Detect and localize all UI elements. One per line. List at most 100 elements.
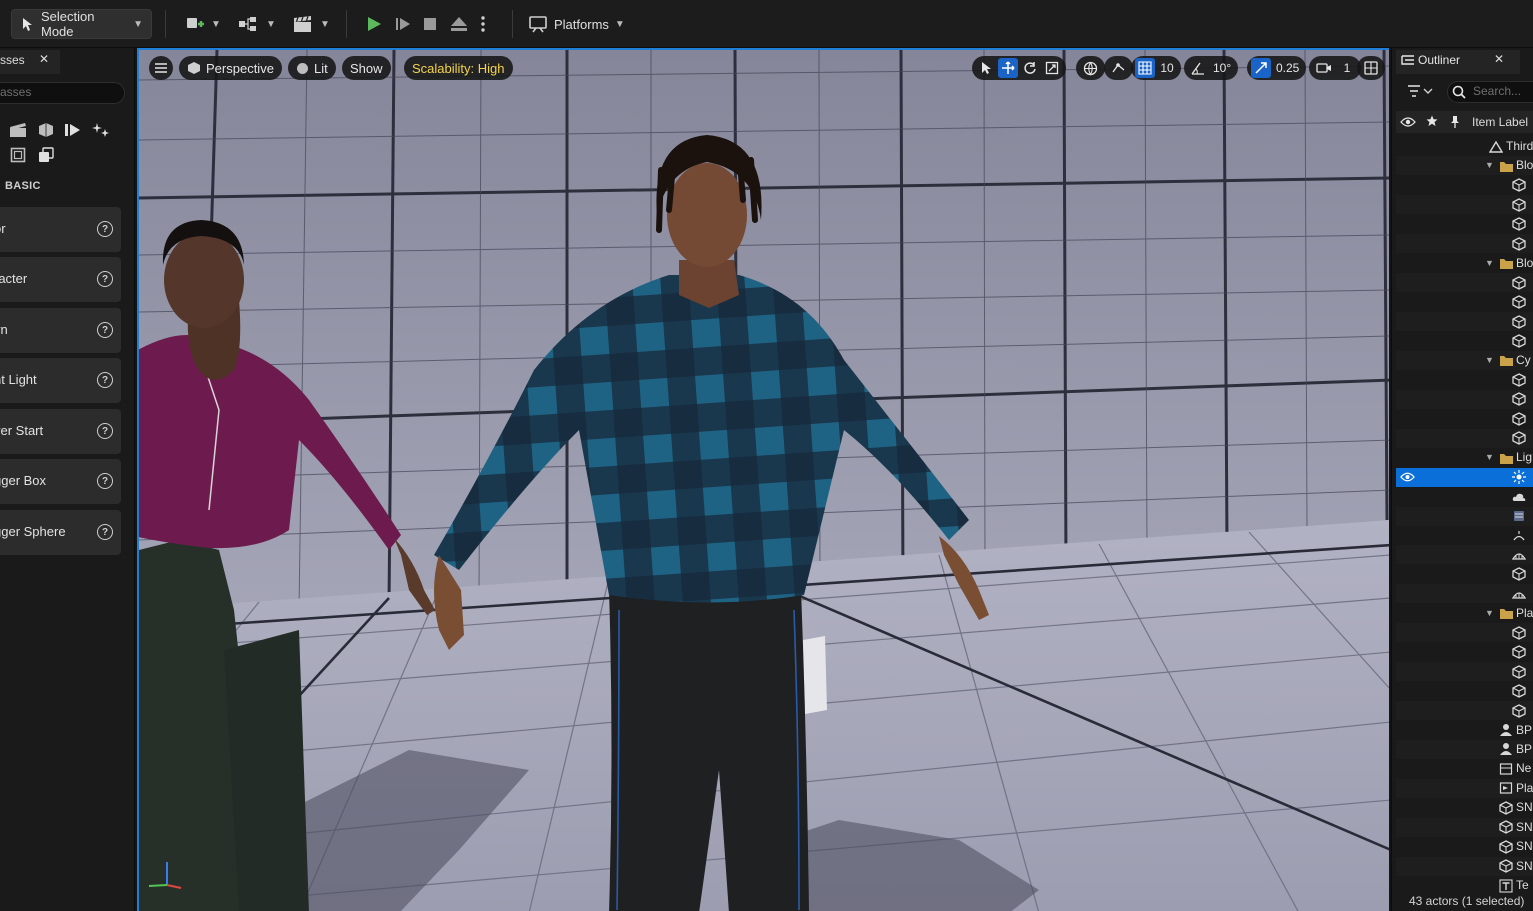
help-icon[interactable]: ? <box>97 372 113 388</box>
actor-item-pawn[interactable]: vn ? <box>0 308 121 353</box>
outliner-row[interactable] <box>1396 545 1533 565</box>
outliner-row[interactable] <box>1396 526 1533 545</box>
star-icon[interactable] <box>1426 115 1438 127</box>
outliner-row[interactable]: ▼ Lig <box>1396 448 1533 467</box>
outliner-row[interactable]: Ne <box>1396 759 1533 778</box>
level-viewport[interactable]: Perspective Lit Show Scalability: High 1… <box>137 48 1389 911</box>
prop-mesh[interactable] <box>803 636 827 714</box>
close-icon[interactable]: ✕ <box>1494 52 1504 66</box>
scale-snap-icon[interactable] <box>1251 58 1271 78</box>
surface-snap-icon[interactable] <box>1108 58 1129 78</box>
help-icon[interactable]: ? <box>97 322 113 338</box>
cinematic-category-icon[interactable] <box>63 120 83 140</box>
help-icon[interactable]: ? <box>97 221 113 237</box>
camera-speed-value[interactable]: 1 <box>1337 58 1357 78</box>
volumes-category-icon[interactable] <box>8 145 28 165</box>
scale-snap-value[interactable]: 0.25 <box>1273 58 1302 78</box>
play-options-button[interactable] <box>476 9 490 39</box>
cinematics-button[interactable]: ▼ <box>284 9 338 39</box>
eye-icon[interactable] <box>1400 116 1416 128</box>
close-icon[interactable]: ✕ <box>39 52 49 66</box>
item-label-column[interactable]: Item Label <box>1472 115 1528 129</box>
outliner-row[interactable] <box>1396 623 1533 643</box>
grid-snap-value[interactable]: 10 <box>1157 58 1177 78</box>
outliner-row[interactable] <box>1396 234 1533 254</box>
blueprint-button[interactable]: ▼ <box>230 9 284 39</box>
filter-icon[interactable] <box>1407 84 1433 98</box>
add-content-button[interactable]: ▼ <box>177 9 229 39</box>
outliner-row[interactable] <box>1396 467 1533 487</box>
outliner-row[interactable]: BP <box>1396 739 1533 759</box>
outliner-row[interactable]: SN <box>1396 837 1533 856</box>
shapes-category-icon[interactable] <box>36 120 56 140</box>
outliner-row[interactable] <box>1396 428 1533 448</box>
help-icon[interactable]: ? <box>97 524 113 540</box>
all-classes-category-icon[interactable] <box>36 145 56 165</box>
actor-item-trigger-box[interactable]: gger Box ? <box>0 459 121 504</box>
selection-mode-dropdown[interactable]: Selection Mode ▼ <box>11 9 152 39</box>
outliner-row[interactable] <box>1396 215 1533 234</box>
outliner-row[interactable]: ▼ Cy <box>1396 350 1533 370</box>
outliner-row[interactable] <box>1396 682 1533 701</box>
outliner-row[interactable]: BP <box>1396 721 1533 740</box>
platforms-dropdown[interactable]: Platforms ▼ <box>520 9 633 39</box>
outliner-row[interactable] <box>1396 701 1533 721</box>
camera-icon[interactable] <box>1313 58 1335 78</box>
help-icon[interactable]: ? <box>97 271 113 287</box>
select-tool-icon[interactable] <box>976 58 996 78</box>
expand-arrow-icon[interactable]: ▼ <box>1485 160 1494 170</box>
help-icon[interactable]: ? <box>97 473 113 489</box>
scale-tool-icon[interactable] <box>1042 58 1062 78</box>
eject-button[interactable] <box>444 9 474 39</box>
grid-snap-icon[interactable] <box>1135 58 1155 78</box>
help-icon[interactable]: ? <box>97 423 113 439</box>
perspective-button[interactable]: Perspective <box>179 56 282 80</box>
outliner-row[interactable] <box>1396 176 1533 195</box>
eye-icon[interactable] <box>1400 470 1415 485</box>
outliner-row[interactable] <box>1396 370 1533 389</box>
actor-item-actor[interactable]: or ? <box>0 207 121 252</box>
translate-tool-icon[interactable] <box>998 58 1018 78</box>
expand-arrow-icon[interactable]: ▼ <box>1485 608 1494 618</box>
outliner-row[interactable] <box>1396 409 1533 428</box>
outliner-row[interactable] <box>1396 273 1533 293</box>
outliner-row[interactable] <box>1396 312 1533 332</box>
expand-arrow-icon[interactable]: ▼ <box>1485 355 1494 365</box>
actor-item-character[interactable]: racter ? <box>0 257 121 302</box>
expand-arrow-icon[interactable]: ▼ <box>1485 452 1494 462</box>
actor-item-player-start[interactable]: yer Start ? <box>0 409 121 454</box>
outliner-row[interactable]: Te <box>1396 876 1533 895</box>
angle-snap-icon[interactable] <box>1188 58 1208 78</box>
outliner-row[interactable]: ▼ Blo <box>1396 254 1533 273</box>
outliner-row[interactable]: SN <box>1396 798 1533 817</box>
play-button[interactable] <box>360 9 388 39</box>
outliner-row[interactable] <box>1396 293 1533 312</box>
show-flags-button[interactable]: Show <box>342 56 391 80</box>
viewport-layout-icon[interactable] <box>1361 58 1381 78</box>
recent-category-icon[interactable] <box>8 120 28 140</box>
outliner-row[interactable] <box>1396 643 1533 662</box>
globe-icon[interactable] <box>1080 58 1101 78</box>
stop-button[interactable] <box>417 9 443 39</box>
outliner-row[interactable] <box>1396 389 1533 409</box>
actor-item-point-light[interactable]: nt Light ? <box>0 358 121 403</box>
outliner-row[interactable] <box>1396 565 1533 584</box>
rotate-tool-icon[interactable] <box>1020 58 1040 78</box>
view-mode-lit-button[interactable]: Lit <box>288 56 336 80</box>
outliner-row[interactable] <box>1396 487 1533 506</box>
outliner-row[interactable] <box>1396 195 1533 215</box>
outliner-row[interactable]: ▼ Blo <box>1396 156 1533 176</box>
outliner-row[interactable]: SN <box>1396 856 1533 876</box>
outliner-row[interactable] <box>1396 506 1533 526</box>
outliner-row[interactable] <box>1396 662 1533 682</box>
rotation-snap-value[interactable]: 10° <box>1210 58 1234 78</box>
viewport-options-button[interactable] <box>149 56 173 80</box>
outliner-row[interactable] <box>1396 584 1533 604</box>
scalability-button[interactable]: Scalability: High <box>404 56 513 80</box>
advance-frame-button[interactable] <box>389 9 417 39</box>
actor-item-trigger-sphere[interactable]: gger Sphere ? <box>0 510 121 555</box>
outliner-row[interactable]: Pla <box>1396 778 1533 798</box>
outliner-row[interactable]: SN <box>1396 817 1533 837</box>
outliner-row[interactable]: Third <box>1396 137 1533 156</box>
pin-icon[interactable] <box>1449 115 1461 128</box>
